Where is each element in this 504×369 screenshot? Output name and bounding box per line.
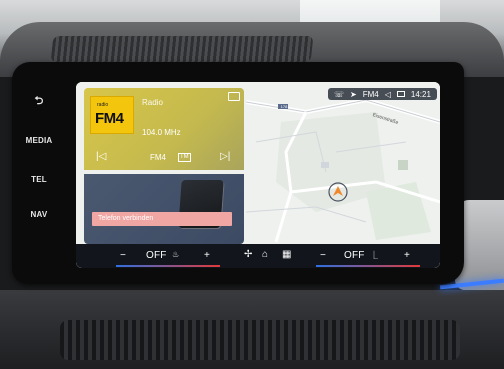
lower-air-vent <box>60 320 460 360</box>
climate-right: − OFF ⎿ + <box>316 248 426 267</box>
station-logo: radio FM4 <box>90 96 134 134</box>
temp-right-minus-button[interactable]: − <box>320 250 326 261</box>
screen-icon <box>396 91 405 97</box>
nav-arrow-icon: ➤ <box>350 89 357 99</box>
radio-frequency: 104.0 MHz <box>142 128 181 137</box>
status-bar: ☏ ➤ FM4 ◁ 14:21 <box>328 88 437 100</box>
radio-source: Radio <box>142 98 163 107</box>
volume-icon: ◁ <box>384 89 391 99</box>
phone-widget[interactable]: Telefon verbinden <box>84 174 244 244</box>
upper-air-vent <box>50 36 314 62</box>
temp-left-scale <box>116 265 220 267</box>
nav-key[interactable]: NAV <box>20 210 58 219</box>
temp-right-label[interactable]: OFF <box>344 250 365 261</box>
temp-right-scale <box>316 265 420 267</box>
temp-left-plus-button[interactable]: + <box>204 250 210 261</box>
fan-icon[interactable]: ✢ <box>244 249 252 260</box>
climate-left: − OFF ♨ + <box>116 248 226 267</box>
rds-badge: TM <box>178 153 191 162</box>
logo-big-text: FM4 <box>95 110 124 127</box>
radio-widget[interactable]: radio FM4 Radio 104.0 MHz |◁ FM4 TM ▷| <box>84 88 244 170</box>
climate-bar: − OFF ♨ + ✢ ⌂ ▦ − OFF ⎿ + <box>76 244 440 268</box>
next-station-button[interactable]: ▷| <box>220 151 234 165</box>
phone-icon: ☏ <box>334 89 345 99</box>
previous-station-button[interactable]: |◁ <box>96 151 110 165</box>
temp-left-label[interactable]: OFF <box>146 250 167 261</box>
seat-heat-left-icon[interactable]: ♨ <box>172 250 179 259</box>
radio-icon <box>228 92 240 101</box>
media-key[interactable]: MEDIA <box>20 136 58 145</box>
status-station: FM4 <box>362 89 379 99</box>
back-arrow-icon[interactable]: ⮌ <box>20 92 58 111</box>
station-name: FM4 <box>150 153 166 162</box>
infotainment-screen: Eisenstraße 178 ☏ ➤ FM4 ◁ 14:21 radio FM… <box>76 82 440 268</box>
tel-key[interactable]: TEL <box>20 175 58 184</box>
widget-panel: radio FM4 Radio 104.0 MHz |◁ FM4 TM ▷| T… <box>84 88 244 244</box>
temp-left-minus-button[interactable]: − <box>120 250 126 261</box>
clock: 14:21 <box>410 89 431 99</box>
radio-controls: |◁ FM4 TM ▷| <box>84 148 244 168</box>
route-number: 178 <box>280 104 288 109</box>
logo-small-text: radio <box>97 102 109 108</box>
apps-grid-icon[interactable]: ▦ <box>282 249 291 260</box>
connect-phone-button[interactable]: Telefon verbinden <box>92 212 232 226</box>
temp-right-plus-button[interactable]: + <box>404 250 410 261</box>
home-icon[interactable]: ⌂ <box>262 249 268 260</box>
seat-heat-right-icon[interactable]: ⎿ <box>370 250 378 261</box>
